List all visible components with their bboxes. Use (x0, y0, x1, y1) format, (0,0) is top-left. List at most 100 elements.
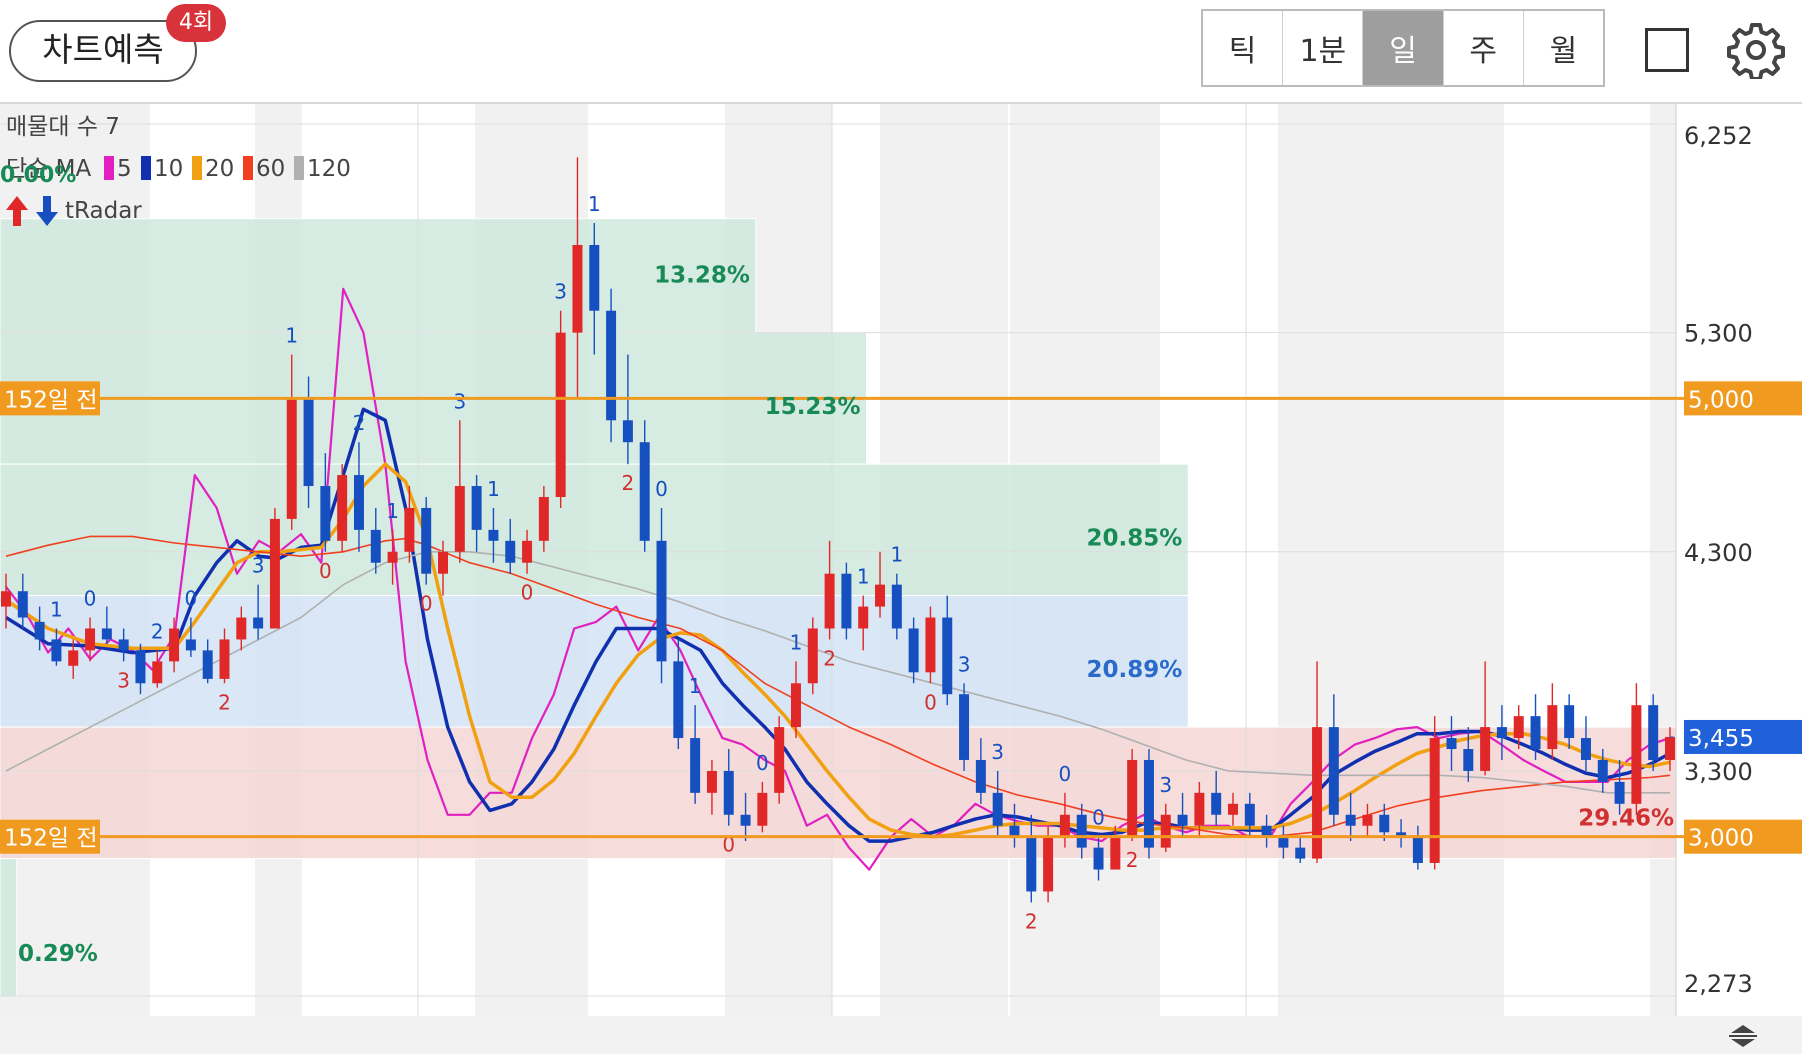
candle-body (219, 639, 230, 679)
zone-percent: 29.46% (1578, 806, 1674, 832)
square-icon[interactable] (1645, 28, 1689, 72)
candle-body (1648, 705, 1659, 760)
tab-month[interactable]: 월 (1524, 11, 1603, 85)
candle-body (269, 518, 280, 629)
ma-legend-swatch (243, 156, 253, 180)
candle-body (85, 628, 96, 651)
tradar-legend: tRadar (65, 198, 142, 224)
candle-body (555, 332, 566, 497)
candle (1143, 749, 1154, 859)
candle-body (807, 628, 818, 684)
candle-body (774, 727, 785, 793)
ma-legend-period: 20 (205, 156, 234, 182)
candle-body (1160, 814, 1171, 848)
gear-icon[interactable] (1727, 21, 1785, 79)
candle-body (1261, 825, 1272, 837)
signal-label: 2 (218, 690, 231, 714)
candle-body (1412, 836, 1423, 863)
candle-body (1059, 814, 1070, 837)
ma-legend-swatch (192, 156, 202, 180)
volume-profile-legend: 매물대 수 7 (6, 114, 120, 140)
candle-body (169, 628, 180, 662)
signal-label: 0 (756, 751, 769, 775)
candle-body (118, 639, 129, 651)
candle-body (1614, 781, 1625, 804)
candle (1127, 749, 1138, 842)
candle-body (421, 507, 432, 574)
reference-label: 152일 전 (4, 387, 98, 413)
toolbar: 차트예측 4회 틱 1분 일 주 월 (0, 0, 1802, 104)
candle-body (1244, 803, 1255, 826)
signal-label: 1 (689, 674, 702, 698)
candle-body (1194, 792, 1205, 826)
signal-label: 0 (185, 587, 198, 611)
candle-body (303, 398, 314, 487)
signal-label: 2 (151, 619, 164, 643)
candle-body (606, 310, 617, 421)
signal-label: 0 (924, 690, 937, 714)
signal-label: 1 (790, 630, 803, 654)
tab-week[interactable]: 주 (1444, 11, 1524, 85)
resize-handle-icon[interactable] (1725, 1021, 1761, 1051)
tab-tick[interactable]: 틱 (1203, 11, 1284, 85)
candle-body (185, 639, 196, 651)
signal-label: 1 (386, 499, 399, 523)
signal-label: 3 (958, 652, 971, 676)
reference-label: 152일 전 (4, 826, 98, 852)
candle-body (572, 244, 583, 333)
ma-legend-swatch (141, 156, 151, 180)
candle-body (1463, 749, 1474, 771)
candle-body (1580, 738, 1591, 760)
zone-percent: 20.89% (1086, 657, 1182, 683)
signal-label: 0 (521, 581, 534, 605)
signal-label: 2 (1126, 848, 1139, 872)
candle-body (1026, 836, 1037, 892)
ma-legend-swatch (294, 156, 304, 180)
signal-label: 3 (991, 740, 1004, 764)
candle-body (841, 573, 852, 629)
volume-zone (0, 218, 757, 334)
candle-body (690, 738, 701, 793)
candle-body (538, 496, 549, 541)
candle (959, 683, 970, 771)
candle-body (1110, 836, 1121, 870)
background-band (1650, 104, 1676, 1016)
y-axis-label: 5,300 (1684, 320, 1753, 348)
tab-1min[interactable]: 1분 (1283, 11, 1364, 85)
zone-percent: 20.85% (1086, 526, 1182, 552)
candle (555, 310, 566, 508)
candle (807, 617, 818, 695)
candle-body (101, 628, 112, 640)
candle (1429, 716, 1440, 870)
candle-body (34, 621, 45, 640)
candle-body (1379, 814, 1390, 833)
candle-body (656, 540, 667, 662)
signal-label: 0 (655, 477, 668, 501)
candle-body (1328, 727, 1339, 815)
candle-body (522, 540, 533, 563)
candle-body (723, 770, 734, 815)
candle-body (1362, 814, 1373, 826)
candle-body (1429, 738, 1440, 863)
candle-body (639, 442, 650, 541)
y-axis-label: 3,300 (1684, 758, 1753, 786)
candle-body (706, 770, 717, 793)
signal-label: 1 (857, 565, 870, 589)
candle (337, 464, 348, 552)
candle-body (790, 683, 801, 728)
candle-body (824, 573, 835, 629)
signal-label: 2 (1025, 909, 1038, 933)
candle (606, 288, 617, 443)
candle-body (454, 486, 465, 552)
candle-body (875, 584, 886, 607)
candle-body (370, 529, 381, 563)
candle-body (135, 650, 146, 684)
candle-body (253, 617, 264, 629)
candle-body (1009, 825, 1020, 837)
candle-body (1513, 716, 1524, 739)
candle-body (438, 551, 449, 574)
price-chart[interactable]: 1 03202310210310312 0100121103320023 152일 … (0, 104, 1802, 1016)
signal-label: 1 (487, 477, 500, 501)
candle-body (908, 628, 919, 673)
tab-day[interactable]: 일 (1363, 11, 1444, 85)
